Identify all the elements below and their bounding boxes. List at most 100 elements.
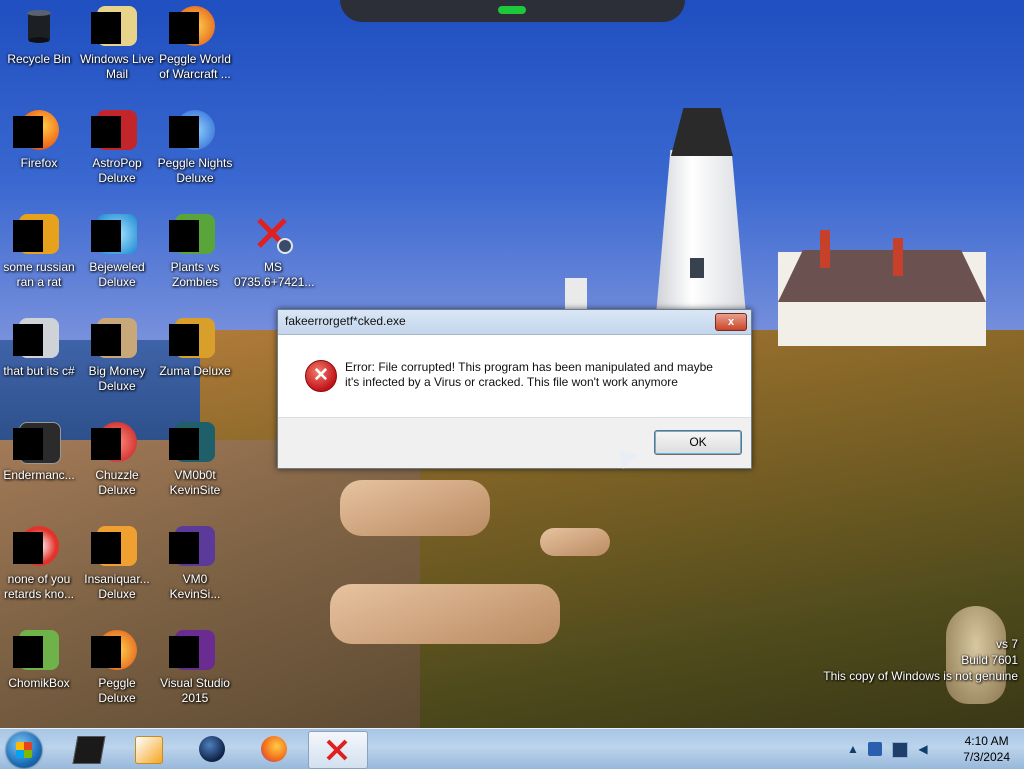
desktop-icon-firefox[interactable]: Firefox xyxy=(0,110,78,171)
close-icon: x xyxy=(727,316,735,328)
taskbar-firefox[interactable] xyxy=(248,731,300,767)
start-button[interactable] xyxy=(6,732,42,768)
desktop-icon-chomikbox[interactable]: ChomikBox xyxy=(0,630,78,691)
flag-icon[interactable] xyxy=(868,742,882,756)
windows-orb-icon xyxy=(16,742,32,758)
redaction-box xyxy=(169,636,199,668)
watermark-version: vs 7 xyxy=(995,637,1018,651)
desktop-icon-endermanc[interactable]: Endermanc... xyxy=(0,422,78,483)
dialog-body: ✕ Error: File corrupted! This program ha… xyxy=(278,335,751,417)
redaction-box xyxy=(13,532,43,564)
app-icon xyxy=(13,526,59,566)
visual-studio-icon xyxy=(169,630,215,670)
desktop-icon-vm0-kevinsi[interactable]: VM0 KevinSi... xyxy=(156,526,234,602)
wallpaper-outbuilding xyxy=(565,278,587,310)
red-x-icon xyxy=(324,737,350,763)
system-tray: ▲ ◀ 4:10 AM 7/3/2024 xyxy=(846,729,1024,769)
firefox-icon xyxy=(13,110,59,150)
desktop-icon-some-russian-ran-a-rat[interactable]: some russian ran a rat xyxy=(0,214,78,290)
desktop-icon-none-of-you[interactable]: none of you retards kno... xyxy=(0,526,78,602)
redaction-box xyxy=(13,220,43,252)
top-gadget xyxy=(340,0,685,22)
clock-time: 4:10 AM xyxy=(964,734,1009,748)
gadget-led xyxy=(498,6,526,14)
taskbar-error-app[interactable] xyxy=(308,731,368,769)
desktop-icon-big-money[interactable]: Big Money Deluxe xyxy=(78,318,156,394)
dialog-titlebar[interactable]: fakeerrorgetf*cked.exe x xyxy=(278,310,751,335)
bejeweled-icon xyxy=(91,214,137,254)
clock[interactable]: 4:10 AM 7/3/2024 xyxy=(963,733,1010,765)
desktop-icon-vm0b0t-kevinsite[interactable]: VM0b0t KevinSite xyxy=(156,422,234,498)
chuzzle-icon xyxy=(91,422,137,462)
peggle-nights-icon xyxy=(169,110,215,150)
wallpaper-rock xyxy=(540,528,610,556)
redaction-box xyxy=(169,12,199,44)
redaction-box xyxy=(91,324,121,356)
desktop-icon-label: Plants vs Zombies xyxy=(170,260,220,289)
wallpaper-chimney xyxy=(820,230,830,268)
redaction-box xyxy=(13,116,43,148)
windows-live-mail-icon xyxy=(91,6,137,46)
desktop-icon-zuma[interactable]: Zuma Deluxe xyxy=(156,318,234,379)
close-button[interactable]: x xyxy=(715,313,747,331)
globe-icon xyxy=(199,736,225,762)
desktop-icon-label: ChomikBox xyxy=(8,676,70,690)
redaction-box xyxy=(91,220,121,252)
desktop-icon-label: Recycle Bin xyxy=(7,52,71,66)
desktop-icon-label: Firefox xyxy=(20,156,58,170)
firefox-icon xyxy=(261,736,287,762)
redaction-box xyxy=(91,428,121,460)
desktop-icon-visual-studio[interactable]: Visual Studio 2015 xyxy=(156,630,234,706)
desktop-icon-insaniquarium[interactable]: Insaniquar... Deluxe xyxy=(78,526,156,602)
wallpaper-lighthouse xyxy=(656,150,746,315)
desktop-icon-peggle-wow[interactable]: Peggle World of Warcraft ... xyxy=(156,6,234,82)
insaniquarium-icon xyxy=(91,526,137,566)
desktop-icon-windows-live-mail[interactable]: Windows Live Mail xyxy=(78,6,156,82)
big-money-icon xyxy=(91,318,137,358)
desktop-icon-label: Bejeweled Deluxe xyxy=(89,260,145,289)
desktop-icon-label: Endermanc... xyxy=(3,468,75,482)
desktop-icon-label: Chuzzle Deluxe xyxy=(95,468,139,497)
desktop-icon-astropop[interactable]: AstroPop Deluxe xyxy=(78,110,156,186)
redaction-box xyxy=(169,220,199,252)
desktop-icon-label: some russian ran a rat xyxy=(3,260,75,289)
redaction-box xyxy=(91,12,121,44)
desktop-icon-label: Peggle Deluxe xyxy=(98,676,136,705)
desktop-icon-ms-0735[interactable]: MS 0735.6+7421... xyxy=(234,214,315,290)
desktop-icon-that-but-its-csharp[interactable]: that but its c# xyxy=(0,318,78,379)
desktop-icon-peggle-nights[interactable]: Peggle Nights Deluxe xyxy=(156,110,234,186)
show-hidden-icons-arrow[interactable]: ▲ xyxy=(846,742,860,756)
ok-button[interactable]: OK xyxy=(654,430,742,455)
volume-icon[interactable]: ◀ xyxy=(916,742,930,756)
redaction-box xyxy=(13,324,43,356)
zuma-icon xyxy=(169,318,215,358)
desktop-icon-peggle-deluxe[interactable]: Peggle Deluxe xyxy=(78,630,156,706)
redaction-box xyxy=(169,116,199,148)
wallpaper-lighthouse-window xyxy=(690,258,704,278)
desktop-icon-label: MS 0735.6+7421... xyxy=(234,260,315,289)
desktop-icon-bejeweled[interactable]: Bejeweled Deluxe xyxy=(78,214,156,290)
desktop-icon-label: VM0b0t KevinSite xyxy=(169,468,221,497)
desktop-icon-label: Peggle Nights Deluxe xyxy=(157,156,233,185)
desktop-icon-label: Peggle World of Warcraft ... xyxy=(159,52,231,81)
wallpaper-rock xyxy=(330,584,560,644)
desktop-icon-chuzzle[interactable]: Chuzzle Deluxe xyxy=(78,422,156,498)
desktop-icon-recycle-bin[interactable]: Recycle Bin xyxy=(0,6,78,67)
taskbar-media-player[interactable] xyxy=(122,731,174,767)
taskbar-app-1[interactable] xyxy=(62,731,114,767)
error-icon: ✕ xyxy=(305,360,337,392)
desktop-icon-label: Windows Live Mail xyxy=(79,52,155,81)
wallpaper-roof xyxy=(778,250,986,302)
app-icon xyxy=(169,422,215,462)
monitor-icon[interactable] xyxy=(892,742,908,758)
desktop-icon-label: that but its c# xyxy=(3,364,75,378)
taskbar-app-globe[interactable] xyxy=(186,731,238,767)
desktop-icon-plants-vs-zombies[interactable]: Plants vs Zombies xyxy=(156,214,234,290)
taskbar: ▲ ◀ 4:10 AM 7/3/2024 xyxy=(0,728,1024,769)
redaction-box xyxy=(169,428,199,460)
desktop-icon-label: Insaniquar... Deluxe xyxy=(84,572,150,601)
redaction-box xyxy=(91,636,121,668)
desktop-icon-label: none of you retards kno... xyxy=(3,572,75,601)
clock-date: 7/3/2024 xyxy=(963,750,1010,764)
app-icon xyxy=(13,422,61,464)
